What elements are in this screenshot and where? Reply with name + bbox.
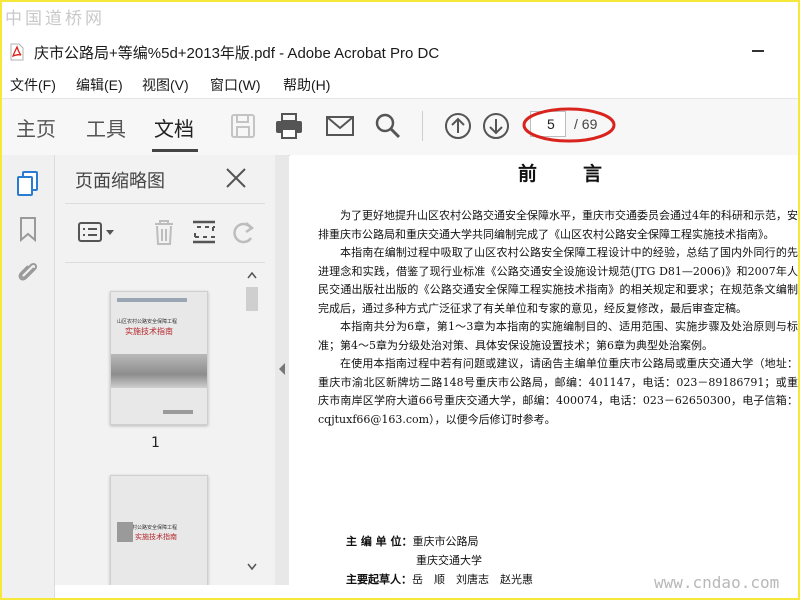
menu-view[interactable]: 视图(V)	[142, 75, 189, 95]
page-thumbnails-panel: 页面缩略图 山区农村公路安全保障工程 实施技术指南 1 山区农村公路安全保障工程…	[55, 155, 275, 585]
tab-tools[interactable]: 工具	[86, 113, 126, 142]
page-thumbnail-1[interactable]: 山区农村公路安全保障工程 实施技术指南	[110, 291, 208, 425]
rotate-page-icon[interactable]	[229, 218, 259, 246]
paragraph: 本指南共分为6章，第1～3章为本指南的实施编制目的、适用范围、实施步骤及处治原则…	[318, 320, 798, 352]
active-tab-indicator	[152, 149, 198, 152]
drafters-names: 岳 顺 刘唐志 赵光惠	[412, 573, 533, 586]
bookmarks-icon[interactable]	[14, 215, 42, 243]
tab-document[interactable]: 文档	[154, 113, 194, 142]
minimize-button[interactable]	[752, 50, 764, 52]
next-page-icon[interactable]	[481, 111, 511, 141]
menu-file[interactable]: 文件(F)	[10, 75, 56, 95]
chief-editor-unit-1: 重庆市公路局	[412, 535, 479, 548]
cover-photo	[117, 522, 133, 542]
search-icon[interactable]	[373, 111, 403, 141]
menu-help[interactable]: 帮助(H)	[283, 75, 330, 95]
drafters-row: 主要起草人：岳 顺 刘唐志 赵光惠	[346, 571, 533, 587]
attachments-icon[interactable]	[14, 259, 42, 287]
preface-body: 为了更好地提升山区农村公路交通安全保障水平，重庆市交通委员会通过4年的科研和示范…	[318, 207, 798, 429]
thumbnail-toolbar	[65, 203, 265, 263]
save-icon[interactable]	[228, 111, 258, 141]
toolbar-separator	[422, 111, 423, 141]
email-icon[interactable]	[325, 111, 355, 141]
panel-title: 页面缩略图	[75, 171, 165, 192]
menu-edit[interactable]: 编辑(E)	[76, 75, 123, 95]
scroll-up-icon[interactable]	[247, 271, 257, 279]
thumbnail-list: 山区农村公路安全保障工程 实施技术指南 1 山区农村公路安全保障工程 实施技术指…	[55, 263, 275, 585]
previous-page-icon[interactable]	[443, 111, 473, 141]
extract-pages-icon[interactable]	[189, 218, 219, 246]
document-heading: 前言	[518, 163, 649, 185]
close-icon[interactable]	[223, 165, 249, 191]
cover-header-line	[117, 298, 187, 302]
thumbnail-options-icon[interactable]	[77, 218, 117, 246]
chief-editor-unit-2: 重庆交通大学	[416, 554, 482, 567]
cover-publisher	[163, 410, 193, 414]
menu-bar: 文件(F) 编辑(E) 视图(V) 窗口(W) 帮助(H)	[2, 72, 798, 96]
paragraph: 本指南在编制过程中吸取了山区农村公路安全保障工程设计中的经验，总结了国内外同行的…	[318, 246, 798, 315]
panel-collapse-bar[interactable]	[275, 155, 289, 585]
chief-editor-row: 主 编 单 位：重庆市公路局	[346, 533, 479, 549]
menu-window[interactable]: 窗口(W)	[210, 75, 261, 95]
cover-subtitle: 实施技术指南	[135, 533, 177, 541]
screenshot-frame: 中国道桥网 庆市公路局+等编%5d+2013年版.pdf - Adobe Acr…	[0, 0, 800, 600]
scrollbar-thumb[interactable]	[246, 287, 258, 311]
drafters-label: 主要起草人：	[346, 573, 412, 586]
delete-page-icon[interactable]	[149, 218, 179, 246]
paragraph: 为了更好地提升山区农村公路交通安全保障水平，重庆市交通委员会通过4年的科研和示范…	[318, 209, 798, 241]
paragraph: 在使用本指南过程中若有问题或建议，请函告主编单位重庆市公路局或重庆交通大学（地址…	[318, 357, 798, 426]
cover-subtitle: 实施技术指南	[125, 327, 173, 336]
window-title: 庆市公路局+等编%5d+2013年版.pdf - Adobe Acrobat P…	[34, 45, 440, 62]
cover-photo	[111, 354, 207, 388]
collapse-arrow-icon[interactable]	[277, 362, 287, 376]
left-navigation-rail	[2, 155, 55, 598]
watermark-bottom: www.cndao.com	[654, 573, 780, 592]
page-thumbnails-icon[interactable]	[14, 169, 42, 197]
scroll-down-icon[interactable]	[247, 563, 257, 571]
chief-editor-label: 主 编 单 位：	[346, 535, 413, 548]
page-thumbnail-2[interactable]: 山区农村公路安全保障工程 实施技术指南	[110, 475, 208, 585]
print-icon[interactable]	[274, 111, 304, 141]
tab-home[interactable]: 主页	[16, 113, 56, 142]
highlight-annotation-ellipse	[522, 107, 616, 143]
title-bar: 庆市公路局+等编%5d+2013年版.pdf - Adobe Acrobat P…	[2, 38, 798, 68]
thumbnail-scrollbar[interactable]	[245, 267, 259, 575]
thumbnail-page-number: 1	[151, 435, 160, 451]
document-page: 前言 为了更好地提升山区农村公路交通安全保障水平，重庆市交通委员会通过4年的科研…	[290, 155, 798, 598]
toolbar: 主页 工具 文档 5 / 69	[2, 98, 798, 156]
watermark-top: 中国道桥网	[5, 9, 105, 29]
pdf-file-icon	[10, 43, 24, 61]
cover-title: 山区农村公路安全保障工程	[117, 319, 178, 325]
